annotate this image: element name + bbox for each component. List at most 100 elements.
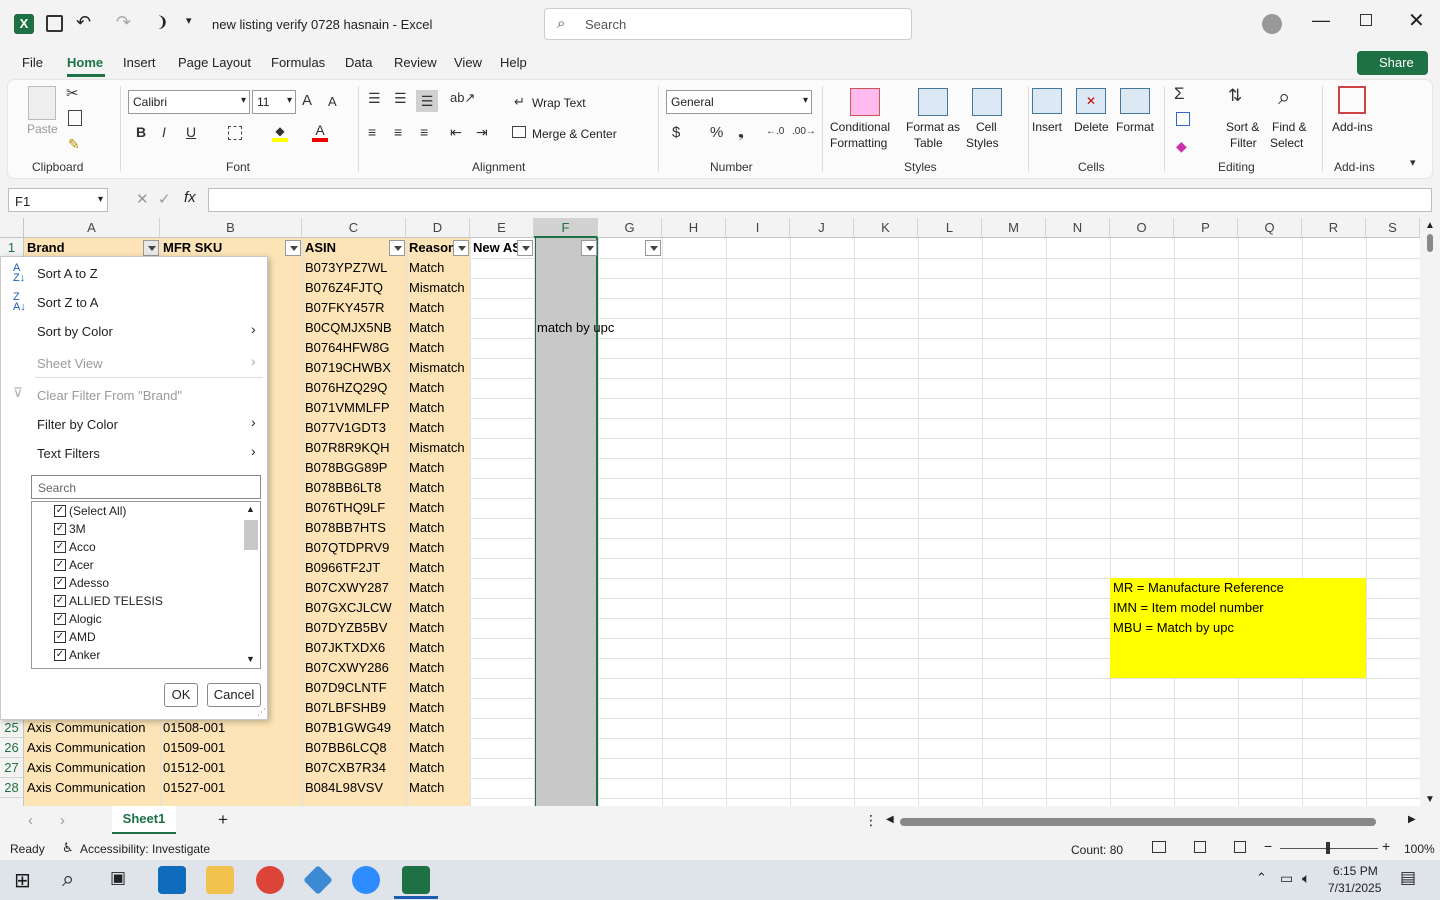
comma-icon[interactable]: ❟ (738, 124, 744, 141)
cell-f4-note[interactable]: match by upc (534, 318, 654, 338)
cell-styles-label-2[interactable]: Styles (966, 136, 999, 150)
cell-asin[interactable]: B0CQMJX5NB (302, 318, 406, 338)
cell-brand[interactable]: Axis Communication (24, 718, 160, 738)
cell-asin[interactable]: B07CXWY286 (302, 658, 406, 678)
cell-brand[interactable]: Axis Communication (24, 758, 160, 778)
cell-asin[interactable]: B077V1GDT3 (302, 418, 406, 438)
cell-asin[interactable]: B07LBFSHB9 (302, 698, 406, 718)
currency-icon[interactable]: $ (672, 124, 680, 141)
taskbar-search-icon[interactable]: ⌕ (62, 866, 74, 892)
filter-value-label[interactable]: AMD (69, 630, 96, 644)
scroll-left-icon[interactable]: ◀ (886, 814, 894, 825)
cell-reason[interactable]: Match (406, 458, 470, 478)
menu-formulas[interactable]: Formulas (271, 55, 325, 70)
cell-reason[interactable]: Match (406, 398, 470, 418)
column-header-a[interactable]: A (24, 218, 160, 238)
cell-asin[interactable]: B073YPZ7WL (302, 258, 406, 278)
fill-color-icon[interactable]: ◆ (272, 124, 288, 142)
cell-asin[interactable]: B084L98VSV (302, 778, 406, 798)
cell-reason[interactable]: Match (406, 758, 470, 778)
sort-a-to-z[interactable]: Sort A to Z (37, 266, 98, 281)
touch-mode-icon[interactable]: ❩ (156, 13, 169, 31)
align-center-icon[interactable]: ≡ (394, 124, 402, 140)
vertical-scroll-thumb[interactable] (1427, 234, 1433, 252)
zoom-slider-thumb[interactable] (1326, 842, 1330, 854)
next-sheet-icon[interactable]: › (60, 812, 65, 829)
column-header-p[interactable]: P (1174, 218, 1238, 238)
cancel-button[interactable]: Cancel (207, 683, 261, 707)
menu-data[interactable]: Data (345, 55, 372, 70)
paste-icon[interactable] (28, 86, 56, 120)
network-icon[interactable]: ▭ (1280, 870, 1293, 887)
zoom-in-icon[interactable]: + (1382, 838, 1390, 854)
filter-button-g[interactable] (645, 240, 661, 256)
insert-cells-label[interactable]: Insert (1032, 120, 1062, 134)
format-cells-icon[interactable] (1120, 88, 1150, 114)
merge-center-icon[interactable] (512, 126, 526, 138)
filter-button-mfr-sku[interactable] (285, 240, 301, 256)
more-options-icon[interactable]: ⋮ (864, 812, 878, 829)
underline-icon[interactable]: U (186, 124, 196, 140)
column-header-g[interactable]: G (598, 218, 662, 238)
find-select-label-2[interactable]: Select (1270, 136, 1303, 150)
filter-value-label[interactable]: Acer (69, 558, 94, 572)
font-color-icon[interactable]: A (312, 122, 328, 142)
number-format-select[interactable]: General ▾ (666, 90, 812, 114)
enter-formula-icon[interactable]: ✓ (158, 190, 171, 208)
page-layout-view-icon[interactable] (1194, 841, 1206, 853)
page-break-view-icon[interactable] (1234, 841, 1246, 853)
cell-asin[interactable]: B07GXCJLCW (302, 598, 406, 618)
search-box[interactable]: ⌕ Search (544, 8, 912, 40)
cell-reason[interactable]: Match (406, 298, 470, 318)
header-brand[interactable]: Brand (24, 238, 160, 258)
filter-checkbox[interactable]: ✓ (54, 649, 66, 661)
filter-value-label[interactable]: Alogic (69, 612, 102, 626)
row-header[interactable]: 28 (0, 778, 24, 798)
share-button[interactable]: Share (1357, 51, 1428, 75)
cell-reason[interactable]: Match (406, 558, 470, 578)
cell-reason[interactable]: Mismatch (406, 278, 470, 298)
outlook-icon[interactable] (158, 866, 186, 894)
cell-reason[interactable]: Match (406, 658, 470, 678)
column-header-o[interactable]: O (1110, 218, 1174, 238)
font-name-select[interactable]: Calibri ▾ (128, 90, 250, 114)
menu-page-layout[interactable]: Page Layout (178, 55, 251, 70)
filter-checkbox[interactable]: ✓ (54, 595, 66, 607)
undo-icon[interactable]: ↶ (76, 12, 91, 33)
cell-reason[interactable]: Mismatch (406, 438, 470, 458)
collapse-ribbon-icon[interactable]: ▾ (1410, 156, 1416, 169)
cell-reason[interactable]: Match (406, 678, 470, 698)
cell-asin[interactable]: B07CXWY287 (302, 578, 406, 598)
cell-asin[interactable]: B07CXB7R34 (302, 758, 406, 778)
row-header[interactable]: 1 (0, 238, 24, 258)
conditional-formatting-label-2[interactable]: Formatting (830, 136, 887, 150)
column-header-k[interactable]: K (854, 218, 918, 238)
resize-grip-icon[interactable]: ⋰ (257, 707, 266, 718)
filter-checkbox[interactable]: ✓ (54, 613, 66, 625)
column-header-b[interactable]: B (160, 218, 302, 238)
format-painter-icon[interactable]: ✎ (68, 136, 80, 153)
cell-reason[interactable]: Match (406, 598, 470, 618)
decrease-font-icon[interactable]: A (328, 94, 337, 109)
accessibility-status[interactable]: Accessibility: Investigate (80, 842, 210, 856)
scroll-down-icon[interactable]: ▼ (246, 654, 255, 664)
scroll-up-icon[interactable]: ▲ (1425, 220, 1435, 231)
cell-reason[interactable]: Match (406, 258, 470, 278)
filter-value-label[interactable]: (Select All) (69, 504, 126, 518)
cell-reason[interactable]: Match (406, 378, 470, 398)
sort-filter-label-2[interactable]: Filter (1230, 136, 1257, 150)
column-header-q[interactable]: Q (1238, 218, 1302, 238)
filter-checkbox[interactable]: ✓ (54, 631, 66, 643)
filter-checkbox[interactable]: ✓ (54, 559, 66, 571)
cell-reason[interactable]: Match (406, 418, 470, 438)
borders-icon[interactable] (228, 126, 242, 140)
cell-brand[interactable]: Axis Communication (24, 738, 160, 758)
cancel-formula-icon[interactable]: ✕ (136, 190, 149, 208)
cell-asin[interactable]: B078BGG89P (302, 458, 406, 478)
prev-sheet-icon[interactable]: ‹ (28, 812, 33, 829)
vertical-scrollbar[interactable]: ▲ ▼ (1420, 218, 1440, 806)
cell-styles-icon[interactable] (972, 88, 1002, 116)
fill-icon[interactable] (1176, 112, 1190, 126)
cell-reason[interactable]: Match (406, 778, 470, 798)
cell-reason[interactable]: Match (406, 538, 470, 558)
